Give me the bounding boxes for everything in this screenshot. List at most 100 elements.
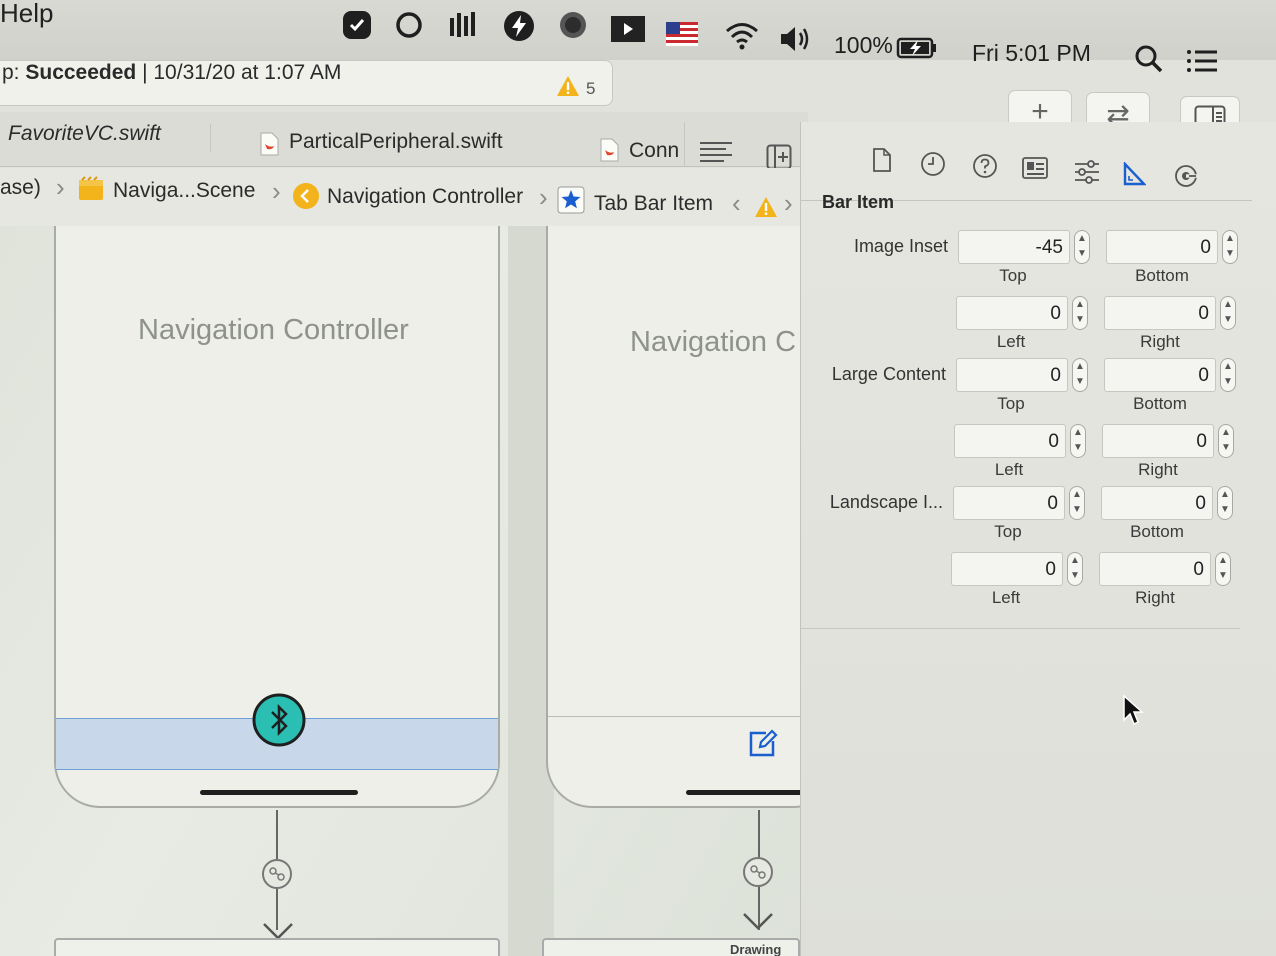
field-caption: Right: [1135, 588, 1175, 607]
field-caption: Bottom: [1133, 394, 1187, 413]
connections-inspector-icon[interactable]: [1174, 164, 1198, 193]
breadcrumb: ase) › Naviga...Scene › Navigation Contr…: [0, 168, 808, 227]
activity-status: p: Succeeded | 10/31/20 at 1:07 AM: [0, 60, 613, 106]
inset-left-field[interactable]: 0: [956, 296, 1068, 330]
battery-icon[interactable]: [896, 36, 936, 66]
inset-top-field[interactable]: 0: [953, 486, 1065, 520]
field-caption: Top: [997, 394, 1025, 413]
section-title-bar-item: Bar Item: [822, 192, 895, 212]
help-inspector-icon[interactable]: [972, 153, 998, 184]
build-status-text: p: Succeeded | 10/31/20 at 1:07 AM: [2, 61, 342, 84]
scene-icon: [78, 176, 104, 207]
tab-bar-item-icon: [557, 186, 585, 219]
tab-particalperipheral[interactable]: ParticalPeripheral.swift: [289, 130, 503, 154]
list-icon[interactable]: [1186, 48, 1217, 78]
scene-title: Navigation Controller: [138, 314, 409, 346]
stepper-icon[interactable]: ▲ ▼: [1220, 296, 1236, 330]
stepper-icon[interactable]: ▲ ▼: [1220, 358, 1236, 392]
warning-icon[interactable]: [754, 196, 778, 223]
file-inspector-icon[interactable]: [872, 148, 892, 177]
inset-left-field[interactable]: 0: [954, 424, 1066, 458]
stepper-icon[interactable]: ▲ ▼: [1217, 486, 1233, 520]
inset-bottom-field[interactable]: 0: [1101, 486, 1213, 520]
stepper-icon[interactable]: ▲ ▼: [1222, 230, 1238, 264]
stepper-icon[interactable]: ▲ ▼: [1215, 552, 1231, 586]
size-inspector-icon[interactable]: [1122, 160, 1147, 191]
navigation-controller-icon: [292, 182, 320, 215]
inset-top-field[interactable]: 0: [956, 358, 1068, 392]
compose-icon[interactable]: [746, 728, 778, 765]
warning-count[interactable]: 5: [586, 79, 595, 99]
inset-bottom-field[interactable]: 0: [1106, 230, 1218, 264]
editor-options-icon[interactable]: [700, 140, 734, 169]
audio-bars-icon[interactable]: [448, 10, 478, 40]
inset-bottom-field[interactable]: 0: [1104, 358, 1216, 392]
inset-right-field[interactable]: 0: [1104, 296, 1216, 330]
stepper-icon[interactable]: ▲ ▼: [1072, 296, 1088, 330]
stepper-icon[interactable]: ▲ ▼: [1070, 424, 1086, 458]
tab-favoritevc[interactable]: FavoriteVC.swift: [8, 122, 161, 146]
history-inspector-icon[interactable]: [920, 151, 946, 182]
chevron-right-icon: ›: [272, 176, 281, 206]
bolt-icon[interactable]: [503, 10, 534, 41]
breadcrumb-item-tab-bar-item[interactable]: Tab Bar Item: [594, 192, 713, 216]
arrow-down-icon: [742, 912, 774, 935]
identity-inspector-icon[interactable]: [1022, 157, 1048, 184]
circle-icon[interactable]: [394, 10, 424, 40]
clock[interactable]: Fri 5:01 PM: [972, 40, 1091, 67]
inset-right-field[interactable]: 0: [1102, 424, 1214, 458]
search-icon[interactable]: [1134, 44, 1164, 74]
inset-top-field[interactable]: -45: [958, 230, 1070, 264]
volume-icon[interactable]: [778, 24, 809, 54]
field-caption: Bottom: [1135, 266, 1189, 285]
breadcrumb-item-scene[interactable]: Naviga...Scene: [113, 179, 255, 203]
navigation-controller-scene-2[interactable]: Navigation C: [546, 226, 808, 808]
warning-icon[interactable]: [556, 75, 580, 102]
swift-file-icon: [258, 132, 280, 161]
swift-file-icon: [598, 138, 620, 167]
checkbox-icon[interactable]: [342, 10, 372, 40]
build-timestamp: 10/31/20 at 1:07 AM: [153, 61, 342, 84]
us-flag-icon[interactable]: [666, 22, 698, 52]
chevron-left-icon[interactable]: ‹: [732, 188, 741, 219]
segue-icon[interactable]: [742, 856, 774, 893]
field-caption: Left: [991, 588, 1021, 607]
dot-icon[interactable]: [558, 10, 588, 40]
inset-right-field[interactable]: 0: [1099, 552, 1211, 586]
field-caption: Top: [994, 522, 1022, 541]
wifi-icon[interactable]: [724, 20, 758, 50]
scene-header-label: Drawing: [730, 942, 782, 956]
media-icon[interactable]: [610, 14, 645, 44]
menu-bar: Help 100% Fri 5:01 PM: [0, 0, 1276, 73]
field-caption: Bottom: [1130, 522, 1184, 541]
mouse-pointer-icon: [1122, 694, 1144, 731]
attributes-inspector-icon[interactable]: [1074, 160, 1100, 189]
bluetooth-icon[interactable]: [252, 693, 306, 752]
drawing-scene-header[interactable]: Drawing: [542, 938, 800, 956]
field-caption: Left: [994, 460, 1024, 479]
scene-title: Navigation C: [630, 326, 797, 358]
connection-scene-header[interactable]: [54, 938, 500, 956]
stepper-icon[interactable]: ▲ ▼: [1067, 552, 1083, 586]
field-caption: Right: [1138, 460, 1178, 479]
inset-left-field[interactable]: 0: [951, 552, 1063, 586]
group-label: Landscape I...: [829, 492, 943, 512]
chevron-right-icon: ›: [56, 172, 65, 202]
tab-conn[interactable]: Conn: [629, 139, 685, 163]
stepper-icon[interactable]: ▲ ▼: [1074, 230, 1090, 264]
chevron-right-icon[interactable]: ›: [784, 188, 793, 219]
breadcrumb-item-scene-group[interactable]: ase): [0, 176, 41, 200]
stepper-icon[interactable]: ▲ ▼: [1218, 424, 1234, 458]
stepper-icon[interactable]: ▲ ▼: [1072, 358, 1088, 392]
group-label: Image Inset: [853, 236, 948, 256]
navigation-controller-scene[interactable]: Navigation Controller: [54, 226, 500, 808]
battery-percent: 100%: [834, 32, 893, 58]
field-caption: Right: [1140, 332, 1180, 351]
field-caption: Top: [999, 266, 1027, 285]
menu-help[interactable]: Help: [0, 0, 53, 29]
chevron-right-icon: ›: [539, 182, 548, 212]
breadcrumb-item-navigation-controller[interactable]: Navigation Controller: [327, 185, 523, 209]
segue-icon[interactable]: [261, 858, 293, 895]
storyboard-canvas[interactable]: Navigation Controller Navigation C Drawi…: [0, 226, 808, 956]
stepper-icon[interactable]: ▲ ▼: [1069, 486, 1085, 520]
